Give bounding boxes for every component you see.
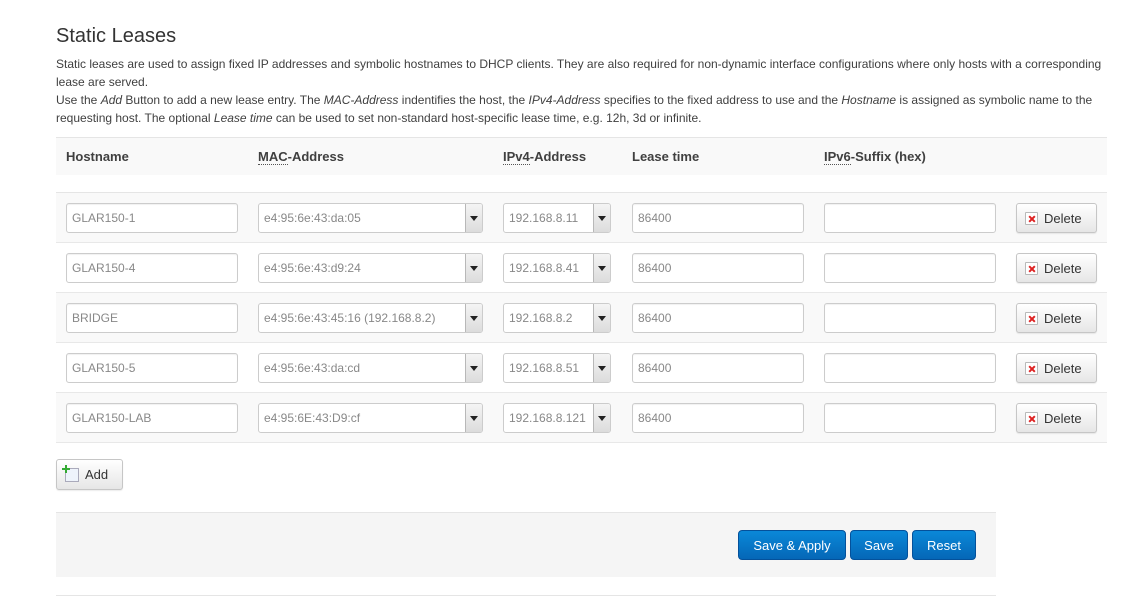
- chevron-down-icon[interactable]: [465, 204, 482, 232]
- mac-address-select[interactable]: e4:95:6e:43:da:05: [258, 203, 483, 233]
- header-ipv4-address: IPv4-Address: [503, 149, 587, 165]
- reset-button[interactable]: Reset: [912, 530, 976, 560]
- ipv6-suffix-input[interactable]: [824, 403, 996, 433]
- chevron-down-icon[interactable]: [593, 304, 610, 332]
- delete-button[interactable]: Delete: [1016, 203, 1097, 233]
- chevron-down-icon[interactable]: [465, 404, 482, 432]
- delete-x-icon: [1025, 411, 1038, 425]
- delete-button[interactable]: Delete: [1016, 253, 1097, 283]
- table-row: GLAR150-LAB e4:95:6E:43:D9:cf 192.168.8.…: [56, 393, 1107, 443]
- table-row: GLAR150-1 e4:95:6e:43:da:05 192.168.8.11…: [56, 193, 1107, 243]
- description-paragraph-2: Use the Add Button to add a new lease en…: [56, 93, 1093, 125]
- ipv6-suffix-input[interactable]: [824, 303, 996, 333]
- delete-x-icon: [1025, 311, 1038, 325]
- save-apply-button[interactable]: Save & Apply: [738, 530, 846, 560]
- delete-x-icon: [1025, 361, 1038, 375]
- lease-time-input[interactable]: 86400: [632, 403, 804, 433]
- table-row: BRIDGE e4:95:6e:43:45:16 (192.168.8.2) 1…: [56, 293, 1107, 343]
- delete-button[interactable]: Delete: [1016, 403, 1097, 433]
- chevron-down-icon[interactable]: [593, 204, 610, 232]
- header-ipv6-suffix: IPv6-Suffix (hex): [824, 149, 926, 165]
- hostname-input[interactable]: GLAR150-1: [66, 203, 238, 233]
- lease-time-input[interactable]: 86400: [632, 303, 804, 333]
- mac-address-select[interactable]: e4:95:6e:43:da:cd: [258, 353, 483, 383]
- form-actions-bar: Save & Apply Save Reset: [56, 512, 996, 577]
- hostname-input[interactable]: BRIDGE: [66, 303, 238, 333]
- delete-button[interactable]: Delete: [1016, 303, 1097, 333]
- hostname-input[interactable]: GLAR150-5: [66, 353, 238, 383]
- table-row: GLAR150-5 e4:95:6e:43:da:cd 192.168.8.51…: [56, 343, 1107, 393]
- mac-address-select[interactable]: e4:95:6E:43:D9:cf: [258, 403, 483, 433]
- save-button[interactable]: Save: [850, 530, 908, 560]
- hostname-input[interactable]: GLAR150-LAB: [66, 403, 238, 433]
- mac-address-select[interactable]: e4:95:6e:43:d9:24: [258, 253, 483, 283]
- ipv4-address-select[interactable]: 192.168.8.41: [503, 253, 611, 283]
- delete-button[interactable]: Delete: [1016, 353, 1097, 383]
- table-spacer: [56, 175, 1107, 193]
- static-leases-table: Hostname MAC-Address IPv4-Address Lease …: [56, 137, 1107, 443]
- lease-time-input[interactable]: 86400: [632, 353, 804, 383]
- section-description: Static leases are used to assign fixed I…: [56, 55, 1116, 127]
- lease-time-input[interactable]: 86400: [632, 203, 804, 233]
- delete-x-icon: [1025, 261, 1038, 275]
- ipv6-suffix-input[interactable]: [824, 203, 996, 233]
- ipv4-address-select[interactable]: 192.168.8.51: [503, 353, 611, 383]
- section-title: Static Leases: [56, 25, 177, 47]
- lease-time-input[interactable]: 86400: [632, 253, 804, 283]
- ipv6-suffix-input[interactable]: [824, 253, 996, 283]
- ipv4-address-select[interactable]: 192.168.8.2: [503, 303, 611, 333]
- chevron-down-icon[interactable]: [465, 354, 482, 382]
- ipv4-address-select[interactable]: 192.168.8.121: [503, 403, 611, 433]
- chevron-down-icon[interactable]: [465, 254, 482, 282]
- ipv6-suffix-input[interactable]: [824, 353, 996, 383]
- chevron-down-icon[interactable]: [465, 304, 482, 332]
- chevron-down-icon[interactable]: [593, 254, 610, 282]
- description-paragraph-1: Static leases are used to assign fixed I…: [56, 57, 1102, 89]
- add-button[interactable]: Add: [56, 459, 123, 490]
- table-row: GLAR150-4 e4:95:6e:43:d9:24 192.168.8.41…: [56, 243, 1107, 293]
- header-lease-time: Lease time: [632, 149, 700, 164]
- chevron-down-icon[interactable]: [593, 404, 610, 432]
- chevron-down-icon[interactable]: [593, 354, 610, 382]
- table-header: Hostname MAC-Address IPv4-Address Lease …: [56, 137, 1107, 175]
- add-plus-icon: [62, 464, 79, 482]
- hostname-input[interactable]: GLAR150-4: [66, 253, 238, 283]
- ipv4-address-select[interactable]: 192.168.8.11: [503, 203, 611, 233]
- divider: [56, 595, 996, 596]
- delete-x-icon: [1025, 211, 1038, 225]
- header-mac-address: MAC-Address: [258, 149, 344, 165]
- mac-address-select[interactable]: e4:95:6e:43:45:16 (192.168.8.2): [258, 303, 483, 333]
- header-hostname: Hostname: [66, 149, 129, 164]
